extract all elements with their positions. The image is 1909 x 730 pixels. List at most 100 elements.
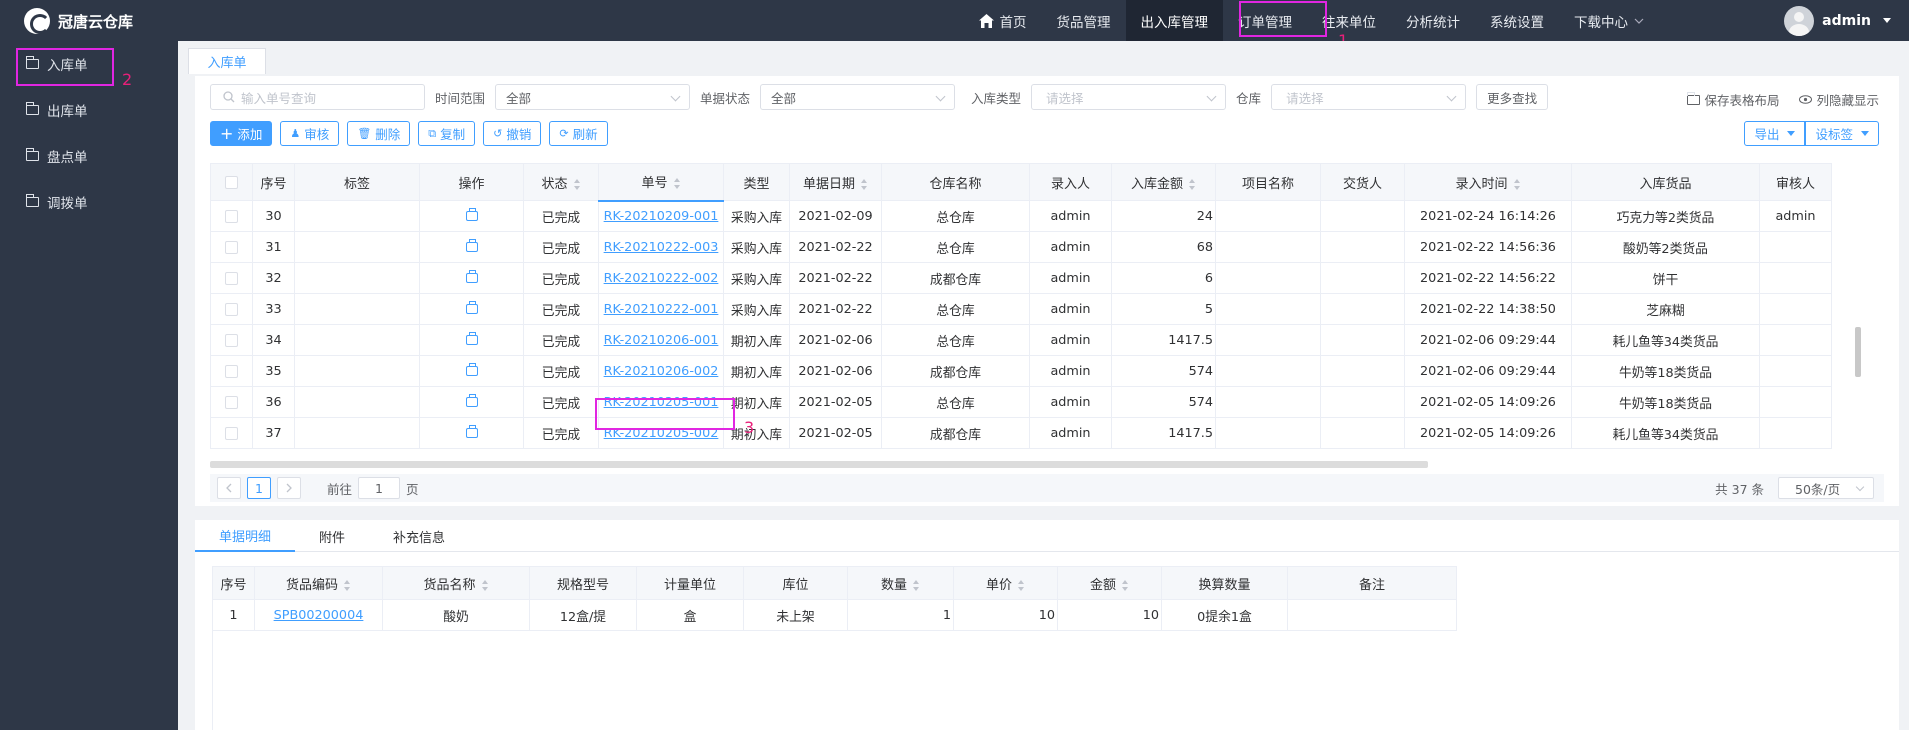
cell-operator: admin — [1029, 200, 1112, 232]
next-page-button[interactable] — [277, 477, 301, 499]
cell-code[interactable]: RK-20210222-001 — [598, 293, 724, 325]
table-row[interactable]: 35 已完成 RK-20210206-002 期初入库 2021-02-06 成都仓库 ad… — [210, 355, 1832, 387]
order-code-link[interactable]: RK-20210222-003 — [604, 240, 719, 255]
printer-icon[interactable] — [465, 239, 478, 252]
table-row[interactable]: 32 已完成 RK-20210222-002 采购入库 2021-02-22 成都仓库 ad… — [210, 262, 1832, 294]
table-row[interactable]: 31 已完成 RK-20210222-003 采购入库 2021-02-22 总仓库 adm… — [210, 231, 1832, 263]
order-code-link[interactable]: RK-20210222-002 — [604, 271, 719, 286]
horizontal-scrollbar[interactable] — [210, 461, 1428, 468]
col-header-sortable[interactable]: 单据日期 — [789, 163, 882, 201]
detail-row[interactable]: 1 SPB00200004 酸奶 12盒/提盒未上架 1 10 10 0提余1盒 — [212, 599, 1457, 631]
col-header-sortable[interactable]: 货品名称 — [382, 566, 530, 600]
row-checkbox[interactable] — [210, 417, 253, 449]
page-number-button[interactable]: 1 — [247, 477, 271, 499]
row-checkbox[interactable] — [210, 200, 253, 232]
user-menu[interactable]: admin — [1784, 0, 1891, 41]
printer-icon[interactable] — [465, 363, 478, 376]
nav-orders[interactable]: 订单管理 — [1223, 0, 1307, 41]
order-code-link[interactable]: RK-20210206-002 — [604, 364, 719, 379]
set-tag-button[interactable]: 设标签 — [1805, 121, 1879, 146]
tab-attachments[interactable]: 附件 — [295, 520, 369, 552]
sidebar-item-transfer[interactable]: 调拨单 — [0, 179, 178, 225]
column-toggle-button[interactable]: 列隐藏显示 — [1799, 90, 1879, 109]
col-header-sortable[interactable]: 单价 — [953, 566, 1058, 600]
cell-code[interactable]: RK-20210206-001 — [598, 324, 724, 356]
folder-icon — [26, 148, 39, 161]
select-all-checkbox[interactable] — [210, 163, 253, 201]
inbound-type-select[interactable]: 请选择 — [1031, 84, 1227, 110]
copy-button[interactable]: ⧉ 复制 — [418, 121, 476, 146]
sidebar-item-inbound[interactable]: 入库单 — [0, 41, 178, 87]
order-code-link[interactable]: RK-20210222-001 — [604, 302, 719, 317]
status-select[interactable]: 全部 — [760, 84, 956, 110]
cell-code[interactable]: RK-20210206-002 — [598, 355, 724, 387]
nav-stock-io[interactable]: 出入库管理 — [1125, 0, 1223, 41]
table-row[interactable]: 37 已完成 RK-20210205-002 期初入库 2021-02-05 成都仓库 ad… — [210, 417, 1832, 449]
col-header-sortable[interactable]: 数量 — [847, 566, 954, 600]
nav-partners[interactable]: 往来单位 — [1307, 0, 1391, 41]
goto-page-input[interactable]: 1 — [358, 477, 401, 499]
table-row[interactable]: 30 已完成 RK-20210209-001 采购入库 2021-02-09 总仓库 adm… — [210, 200, 1832, 232]
add-button[interactable]: + 添加 — [210, 121, 273, 146]
col-header-sortable[interactable]: 金额 — [1057, 566, 1162, 600]
cell-code[interactable]: RK-20210222-002 — [598, 262, 724, 294]
col-header-sortable[interactable]: 入库金额 — [1111, 163, 1216, 201]
cell-code[interactable]: RK-20210222-003 — [598, 231, 724, 263]
row-checkbox[interactable] — [210, 355, 253, 387]
col-header-sortable[interactable]: 状态 — [523, 163, 599, 201]
row-checkbox[interactable] — [210, 231, 253, 263]
nav-analytics[interactable]: 分析统计 — [1391, 0, 1475, 41]
app-logo[interactable]: 冠唐云仓库 — [24, 8, 133, 34]
row-checkbox[interactable] — [210, 324, 253, 356]
warehouse-select[interactable]: 请选择 — [1271, 84, 1467, 110]
search-input[interactable]: 输入单号查询 — [210, 84, 425, 110]
cell-deliverer — [1320, 324, 1405, 356]
table-row[interactable]: 34 已完成 RK-20210206-001 期初入库 2021-02-06 总仓库 adm… — [210, 324, 1832, 356]
order-code-link[interactable]: RK-20210209-001 — [604, 209, 719, 224]
nav-goods[interactable]: 货品管理 — [1042, 0, 1126, 41]
table-row[interactable]: 33 已完成 RK-20210222-001 采购入库 2021-02-22 总仓库 adm… — [210, 293, 1832, 325]
cell-code[interactable]: RK-20210209-001 — [598, 200, 724, 232]
cell-code[interactable]: RK-20210205-002 — [598, 417, 724, 449]
prev-page-button[interactable] — [217, 477, 241, 499]
row-checkbox[interactable] — [210, 293, 253, 325]
cell-code[interactable]: SPB00200004 — [254, 599, 383, 631]
sidebar-item-outbound[interactable]: 出库单 — [0, 87, 178, 133]
printer-icon[interactable] — [465, 208, 478, 221]
col-header-sortable[interactable]: 货品编码 — [254, 566, 383, 600]
order-code-link[interactable]: RK-20210206-001 — [604, 333, 719, 348]
order-code-link[interactable]: RK-20210205-001 — [604, 395, 719, 410]
save-layout-button[interactable]: 保存表格布局 — [1687, 90, 1779, 109]
nav-settings[interactable]: 系统设置 — [1475, 0, 1559, 41]
export-button[interactable]: 导出 — [1744, 121, 1806, 146]
goods-code-link[interactable]: SPB00200004 — [274, 608, 364, 623]
col-header-sortable[interactable]: 录入时间 — [1404, 163, 1572, 201]
printer-icon[interactable] — [465, 270, 478, 283]
nav-orders-label: 订单管理 — [1238, 14, 1292, 31]
printer-icon[interactable] — [465, 332, 478, 345]
time-range-select[interactable]: 全部 — [495, 84, 691, 110]
row-checkbox[interactable] — [210, 262, 253, 294]
copy-icon: ⧉ — [428, 126, 437, 140]
tab-detail-items[interactable]: 单据明细 — [195, 520, 296, 552]
order-code-link[interactable]: RK-20210205-002 — [604, 426, 719, 441]
delete-button[interactable]: 🗑 删除 — [347, 121, 411, 146]
nav-home[interactable]: 首页 — [964, 0, 1042, 41]
row-checkbox[interactable] — [210, 386, 253, 418]
audit-button[interactable]: ♟ 审核 — [280, 121, 340, 146]
col-header-sortable[interactable]: 单号 — [598, 163, 724, 202]
nav-downloads[interactable]: 下载中心 — [1559, 0, 1659, 41]
printer-icon[interactable] — [465, 301, 478, 314]
revoke-button[interactable]: ↺ 撤销 — [483, 121, 542, 146]
sidebar-item-stocktake[interactable]: 盘点单 — [0, 133, 178, 179]
more-search-button[interactable]: 更多查找 — [1476, 84, 1549, 110]
tab-extra-info[interactable]: 补充信息 — [369, 520, 469, 552]
vertical-scrollbar[interactable] — [1855, 327, 1861, 377]
refresh-button[interactable]: ⟳ 刷新 — [549, 121, 608, 146]
page-size-select[interactable]: 50条/页 — [1778, 477, 1874, 499]
cell-code[interactable]: RK-20210205-001 — [598, 386, 724, 418]
printer-icon[interactable] — [465, 425, 478, 438]
table-row[interactable]: 36 已完成 RK-20210205-001 期初入库 2021-02-05 总仓库 adm… — [210, 386, 1832, 418]
printer-icon[interactable] — [465, 394, 478, 407]
page-tab-inbound[interactable]: 入库单 — [188, 48, 266, 74]
